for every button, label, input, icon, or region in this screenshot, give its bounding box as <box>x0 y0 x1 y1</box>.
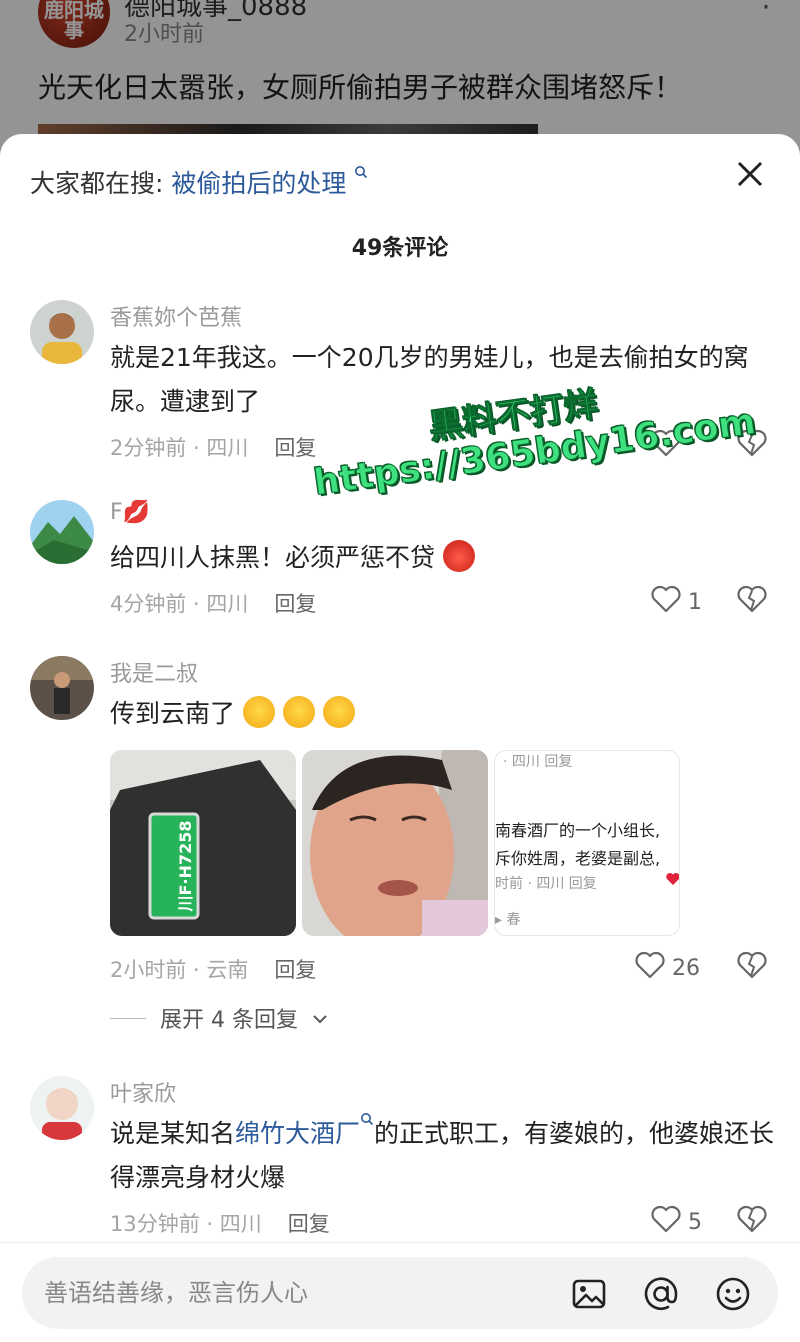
comment-time-location: 13分钟前 · 四川 <box>110 1212 262 1236</box>
comment-text-content: 传到云南了 <box>110 699 236 728</box>
like-count: 1 <box>688 589 702 615</box>
broken-heart-icon[interactable] <box>736 1204 768 1238</box>
thumb3-line2: 斥你姓周，老婆是副总, <box>495 849 661 868</box>
avatar[interactable] <box>30 300 94 364</box>
comment-text-content: 给四川人抹黑！必须严惩不贷 <box>110 543 436 572</box>
like-button[interactable]: 1 <box>650 584 702 620</box>
comment-meta: 13分钟前 · 四川 回复 <box>110 1208 330 1238</box>
reply-button[interactable]: 回复 <box>274 436 316 460</box>
like-button[interactable]: 26 <box>634 950 700 986</box>
search-icon <box>360 1113 374 1148</box>
reply-button[interactable]: 回复 <box>274 958 316 982</box>
like-button[interactable]: 5 <box>650 1204 702 1240</box>
comment-time-location: 4分钟前 · 四川 <box>110 592 249 616</box>
like-count: 26 <box>672 955 700 981</box>
reply-button[interactable]: 回复 <box>288 1212 330 1236</box>
comment-image-3[interactable]: · 四川 回复 南春酒厂的一个小组长, 斥你姓周，老婆是副总, 时前 · 四川 … <box>494 750 680 936</box>
avatar[interactable] <box>30 500 94 564</box>
thumb3-line1: 南春酒厂的一个小组长, <box>495 821 661 840</box>
image-icon[interactable] <box>570 1275 608 1313</box>
chevron-down-icon <box>312 1006 328 1031</box>
thumb3-header: · 四川 回复 <box>503 754 573 770</box>
comment-text: 给四川人抹黑！必须严惩不贷 <box>110 536 780 580</box>
heart-icon <box>665 871 679 891</box>
angry-emoji-icon <box>442 540 475 572</box>
broken-heart-icon[interactable] <box>736 584 768 618</box>
comment-image-1[interactable]: 川F·H7258 <box>110 750 296 936</box>
avatar[interactable] <box>30 1076 94 1140</box>
like-count: 5 <box>688 1209 702 1235</box>
comment-text: 说是某知名绵竹大酒厂 的正式职工，有婆娘的，他婆娘还长得漂亮身材火爆 <box>110 1112 780 1200</box>
comment-meta: 2小时前 · 云南 回复 <box>110 954 316 984</box>
expand-replies-label: 展开 4 条回复 <box>160 1008 298 1033</box>
heart-icon <box>634 950 666 986</box>
expand-replies-button[interactable]: 展开 4 条回复 <box>110 1002 328 1034</box>
comment-username[interactable]: 我是二叔 <box>110 656 198 688</box>
at-icon[interactable] <box>642 1275 680 1313</box>
heart-icon <box>650 584 682 620</box>
grin-emoji-icon <box>282 696 315 728</box>
broken-heart-icon[interactable] <box>736 950 768 984</box>
comment-meta: 2分钟前 · 四川 回复 <box>110 432 316 462</box>
thumb3-meta: 时前 · 四川 回复 <box>495 876 597 892</box>
comment-search-link[interactable]: 绵竹大酒厂 <box>235 1119 360 1148</box>
comment-text: 传到云南了 <box>110 692 780 736</box>
comment-meta: 4分钟前 · 四川 回复 <box>110 588 316 618</box>
reply-button[interactable]: 回复 <box>274 592 316 616</box>
comment-input[interactable] <box>44 1273 524 1313</box>
divider <box>110 1017 146 1019</box>
heart-icon <box>650 1204 682 1240</box>
close-icon[interactable] <box>730 154 770 194</box>
avatar[interactable] <box>30 656 94 720</box>
license-plate: 川F·H7258 <box>176 820 195 912</box>
comment-image-2[interactable] <box>302 750 488 936</box>
comment-count-title: 49条评论 <box>351 236 449 261</box>
emoji-icon[interactable] <box>714 1275 752 1313</box>
grin-emoji-icon <box>242 696 275 728</box>
thumb3-footer: ▸ 春 <box>495 912 521 928</box>
trending-search: 大家都在搜: 被偷拍后的处理 <box>30 164 368 200</box>
comment-username[interactable]: 叶家欣 <box>110 1076 176 1108</box>
comment-username[interactable]: F💋 <box>110 500 150 525</box>
search-icon <box>354 164 368 183</box>
grin-emoji-icon <box>322 696 355 728</box>
comment-input-container[interactable] <box>22 1257 778 1329</box>
comment-time-location: 2分钟前 · 四川 <box>110 436 249 460</box>
comment-time-location: 2小时前 · 云南 <box>110 958 249 982</box>
comment-username[interactable]: 香蕉妳个芭蕉 <box>110 300 242 332</box>
trending-search-link[interactable]: 被偷拍后的处理 <box>171 169 346 198</box>
comment-text-pre: 说是某知名 <box>110 1119 236 1148</box>
comments-sheet: 大家都在搜: 被偷拍后的处理 49条评论 香蕉妳个芭蕉 就是21年我这。一个20… <box>0 134 800 1342</box>
comment-input-bar <box>0 1242 800 1342</box>
trending-search-prefix: 大家都在搜: <box>30 169 164 198</box>
